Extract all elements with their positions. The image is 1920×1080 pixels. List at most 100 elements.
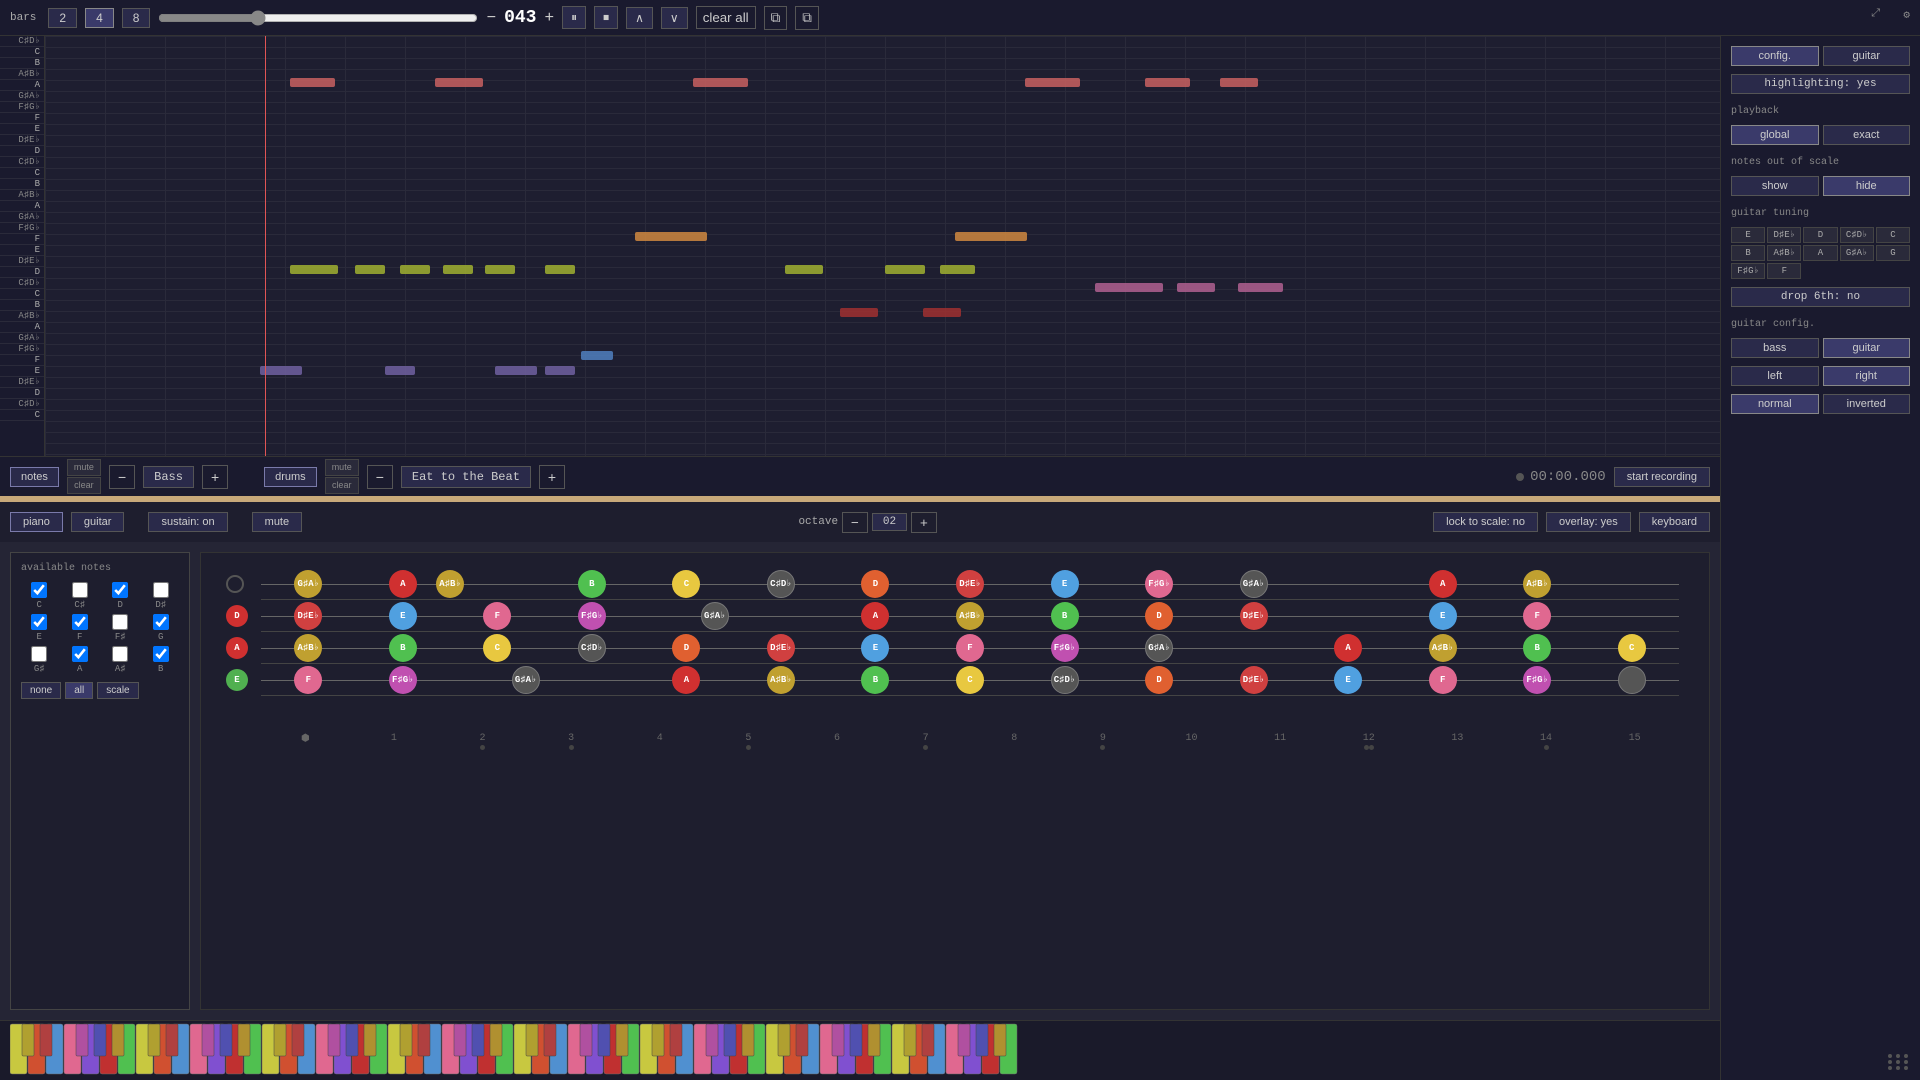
tempo-slider[interactable] <box>158 10 478 26</box>
drums-minus-button[interactable]: − <box>367 465 393 489</box>
note-check-Fs[interactable] <box>112 614 128 630</box>
note-circle[interactable]: E <box>1429 602 1457 630</box>
pause-button[interactable]: ⏸ <box>562 6 586 29</box>
note-circle[interactable]: B <box>861 666 889 694</box>
note-checkbox-Gs[interactable]: G♯ <box>21 646 58 674</box>
note-block[interactable] <box>260 366 302 375</box>
note-circle[interactable]: A♯B♭ <box>1523 570 1551 598</box>
note-circle[interactable]: E <box>861 634 889 662</box>
tuning-key-E[interactable]: E <box>1731 227 1765 243</box>
up-button[interactable]: ∧ <box>626 7 653 29</box>
drums-clear-button[interactable]: clear <box>325 477 359 494</box>
sustain-button[interactable]: sustain: on <box>148 512 227 532</box>
note-block[interactable] <box>693 78 748 87</box>
open-note-D[interactable]: D <box>226 605 248 627</box>
note-circle[interactable]: D <box>861 570 889 598</box>
notes-mute-button[interactable]: mute <box>67 459 101 476</box>
grid-canvas[interactable] <box>45 36 1720 456</box>
note-checkbox-Ds[interactable]: D♯ <box>143 582 180 610</box>
note-circle[interactable]: F <box>956 634 984 662</box>
note-block[interactable] <box>1095 283 1163 292</box>
note-check-Gs[interactable] <box>31 646 47 662</box>
piano-keys-svg[interactable] <box>10 1021 1610 1076</box>
tempo-minus-button[interactable]: − <box>486 9 496 27</box>
note-check-C[interactable] <box>31 582 47 598</box>
note-check-Cs[interactable] <box>72 582 88 598</box>
note-circle[interactable]: F♯G♭ <box>1145 570 1173 598</box>
note-circle[interactable]: C♯D♭ <box>1051 666 1079 694</box>
note-circle[interactable]: G♯A♭ <box>512 666 540 694</box>
note-block[interactable] <box>840 308 878 317</box>
guitar-config-button[interactable]: guitar <box>1823 338 1911 358</box>
note-circle[interactable]: A <box>389 570 417 598</box>
global-button[interactable]: global <box>1731 125 1819 145</box>
note-checkbox-F[interactable]: F <box>62 614 99 642</box>
note-circle[interactable] <box>1618 666 1646 694</box>
note-circle[interactable]: A <box>1429 570 1457 598</box>
drop6th-button[interactable]: drop 6th: no <box>1731 287 1910 307</box>
lock-to-scale-button[interactable]: lock to scale: no <box>1433 512 1538 532</box>
note-circle[interactable]: D <box>1145 666 1173 694</box>
note-block[interactable] <box>400 265 430 274</box>
start-recording-button[interactable]: start recording <box>1614 467 1710 487</box>
note-checkbox-G[interactable]: G <box>143 614 180 642</box>
note-check-B[interactable] <box>153 646 169 662</box>
note-block[interactable] <box>545 366 575 375</box>
note-check-A[interactable] <box>72 646 88 662</box>
note-circle[interactable]: A <box>1334 634 1362 662</box>
drums-mute-button[interactable]: mute <box>325 459 359 476</box>
octave-minus-button[interactable]: − <box>842 512 868 533</box>
note-block[interactable] <box>495 366 537 375</box>
open-note-E[interactable]: E <box>226 669 248 691</box>
left-button[interactable]: left <box>1731 366 1819 386</box>
note-circle[interactable]: G♯A♭ <box>1145 634 1173 662</box>
note-block[interactable] <box>785 265 823 274</box>
note-circle[interactable]: G♯A♭ <box>701 602 729 630</box>
note-circle[interactable]: F <box>483 602 511 630</box>
octave-plus-button[interactable]: + <box>911 512 937 533</box>
normal-button[interactable]: normal <box>1731 394 1819 414</box>
expand-icon[interactable]: ⤢ <box>1871 8 1880 20</box>
note-checkbox-As[interactable]: A♯ <box>102 646 139 674</box>
note-circle[interactable]: E <box>1334 666 1362 694</box>
note-block[interactable] <box>885 265 925 274</box>
note-circle[interactable]: D♯E♭ <box>767 634 795 662</box>
note-check-G[interactable] <box>153 614 169 630</box>
fretboard[interactable]: G♯A♭ A A♯B♭ B C C♯D♭ D D♯E♭ E F♯G♭ G♯A♭ … <box>200 552 1710 1010</box>
note-block[interactable] <box>443 265 473 274</box>
note-circle[interactable]: D <box>672 634 700 662</box>
piano-button[interactable]: piano <box>10 512 63 532</box>
note-block[interactable] <box>485 265 515 274</box>
tuning-key-CsDb[interactable]: C♯D♭ <box>1840 227 1874 243</box>
note-check-E[interactable] <box>31 614 47 630</box>
note-circle[interactable]: C♯D♭ <box>578 634 606 662</box>
filter-all-button[interactable]: all <box>65 682 93 699</box>
drums-plus-button[interactable]: + <box>539 465 565 489</box>
note-block[interactable] <box>923 308 961 317</box>
down-button[interactable]: ∨ <box>661 7 688 29</box>
note-block[interactable] <box>290 265 338 274</box>
note-block[interactable] <box>1177 283 1215 292</box>
tuning-key-G[interactable]: G <box>1876 245 1910 261</box>
tuning-key-DsEb[interactable]: D♯E♭ <box>1767 227 1801 243</box>
note-circle[interactable]: A♯B♭ <box>956 602 984 630</box>
sidebar-guitar-button[interactable]: guitar <box>1823 46 1911 66</box>
note-block[interactable] <box>1145 78 1190 87</box>
note-block[interactable] <box>940 265 975 274</box>
note-block[interactable] <box>435 78 483 87</box>
clear-all-button[interactable]: clear all <box>696 6 756 29</box>
tuning-key-GsAb[interactable]: G♯A♭ <box>1840 245 1874 261</box>
note-circle[interactable]: F♯G♭ <box>1523 666 1551 694</box>
highlighting-button[interactable]: highlighting: yes <box>1731 74 1910 94</box>
note-circle[interactable]: D♯E♭ <box>1240 602 1268 630</box>
note-circle[interactable]: D <box>1145 602 1173 630</box>
note-circle[interactable]: D♯E♭ <box>294 602 322 630</box>
bar-4-button[interactable]: 4 <box>85 8 114 28</box>
note-block[interactable] <box>545 265 575 274</box>
note-check-As[interactable] <box>112 646 128 662</box>
tuning-key-B[interactable]: B <box>1731 245 1765 261</box>
keyboard-button[interactable]: keyboard <box>1639 512 1710 532</box>
note-circle[interactable]: B <box>578 570 606 598</box>
bar-2-button[interactable]: 2 <box>48 8 77 28</box>
note-circle[interactable]: E <box>1051 570 1079 598</box>
